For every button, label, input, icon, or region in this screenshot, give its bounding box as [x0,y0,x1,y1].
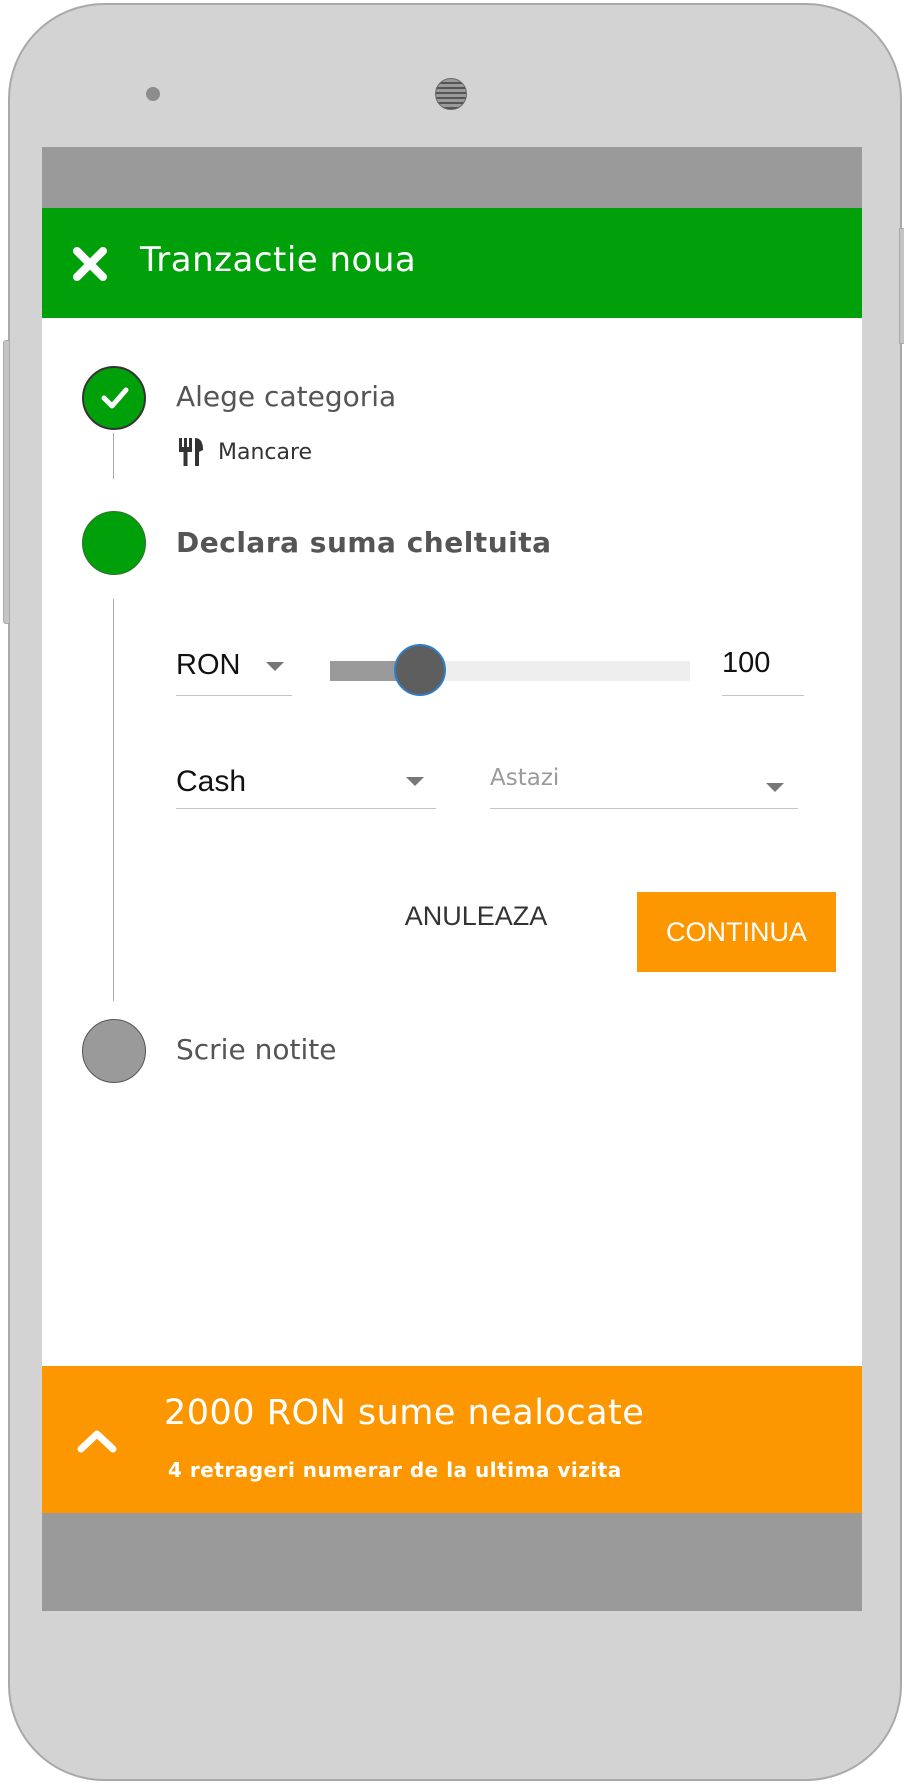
step-2-label: Declara suma cheltuita [176,526,552,559]
caret-down-icon [406,777,424,786]
continue-button[interactable]: CONTINUA [637,892,836,972]
unallocated-banner[interactable]: 2000 RON sume nealocate 4 retrageri nume… [42,1366,862,1513]
caret-down-icon [766,783,784,792]
banner-subtitle: 4 retrageri numerar de la ultima vizita [168,1458,622,1482]
cancel-button[interactable]: ANULEAZA [396,891,556,941]
date-placeholder: Astazi [490,765,560,791]
screen: Tranzactie noua Alege categoria Mancare … [42,147,862,1611]
front-camera [435,78,467,110]
page-title: Tranzactie noua [140,240,417,280]
caret-down-icon [266,662,284,671]
step-connector [113,599,114,1001]
selected-category: Mancare [178,437,312,467]
step-1-label[interactable]: Alege categoria [176,380,396,413]
volume-button [3,340,10,624]
proximity-sensor [146,87,160,101]
step-connector [113,433,114,479]
payment-method-select[interactable]: Cash [176,749,436,809]
amount-slider[interactable] [330,644,690,696]
banner-title: 2000 RON sume nealocate [164,1393,645,1433]
status-bar [42,147,862,208]
amount-value: 100 [722,647,771,679]
power-button [899,228,904,344]
chevron-up-icon[interactable] [76,1428,118,1454]
payment-method-value: Cash [176,765,247,798]
step-3-pending-indicator [82,1019,146,1083]
currency-value: RON [176,649,241,681]
check-icon [101,387,129,409]
app-bar: Tranzactie noua [42,208,862,318]
currency-select[interactable]: RON [176,637,292,696]
slider-thumb[interactable] [394,644,446,696]
navigation-bar [42,1513,862,1611]
step-1-done-indicator [82,366,146,430]
date-select[interactable]: Astazi [490,749,798,809]
fork-knife-icon [179,438,203,466]
close-icon[interactable] [70,244,110,284]
category-name: Mancare [218,439,313,465]
step-2-active-indicator [82,511,146,575]
amount-input[interactable]: 100 [722,637,804,696]
step-3-label[interactable]: Scrie notite [176,1033,336,1066]
